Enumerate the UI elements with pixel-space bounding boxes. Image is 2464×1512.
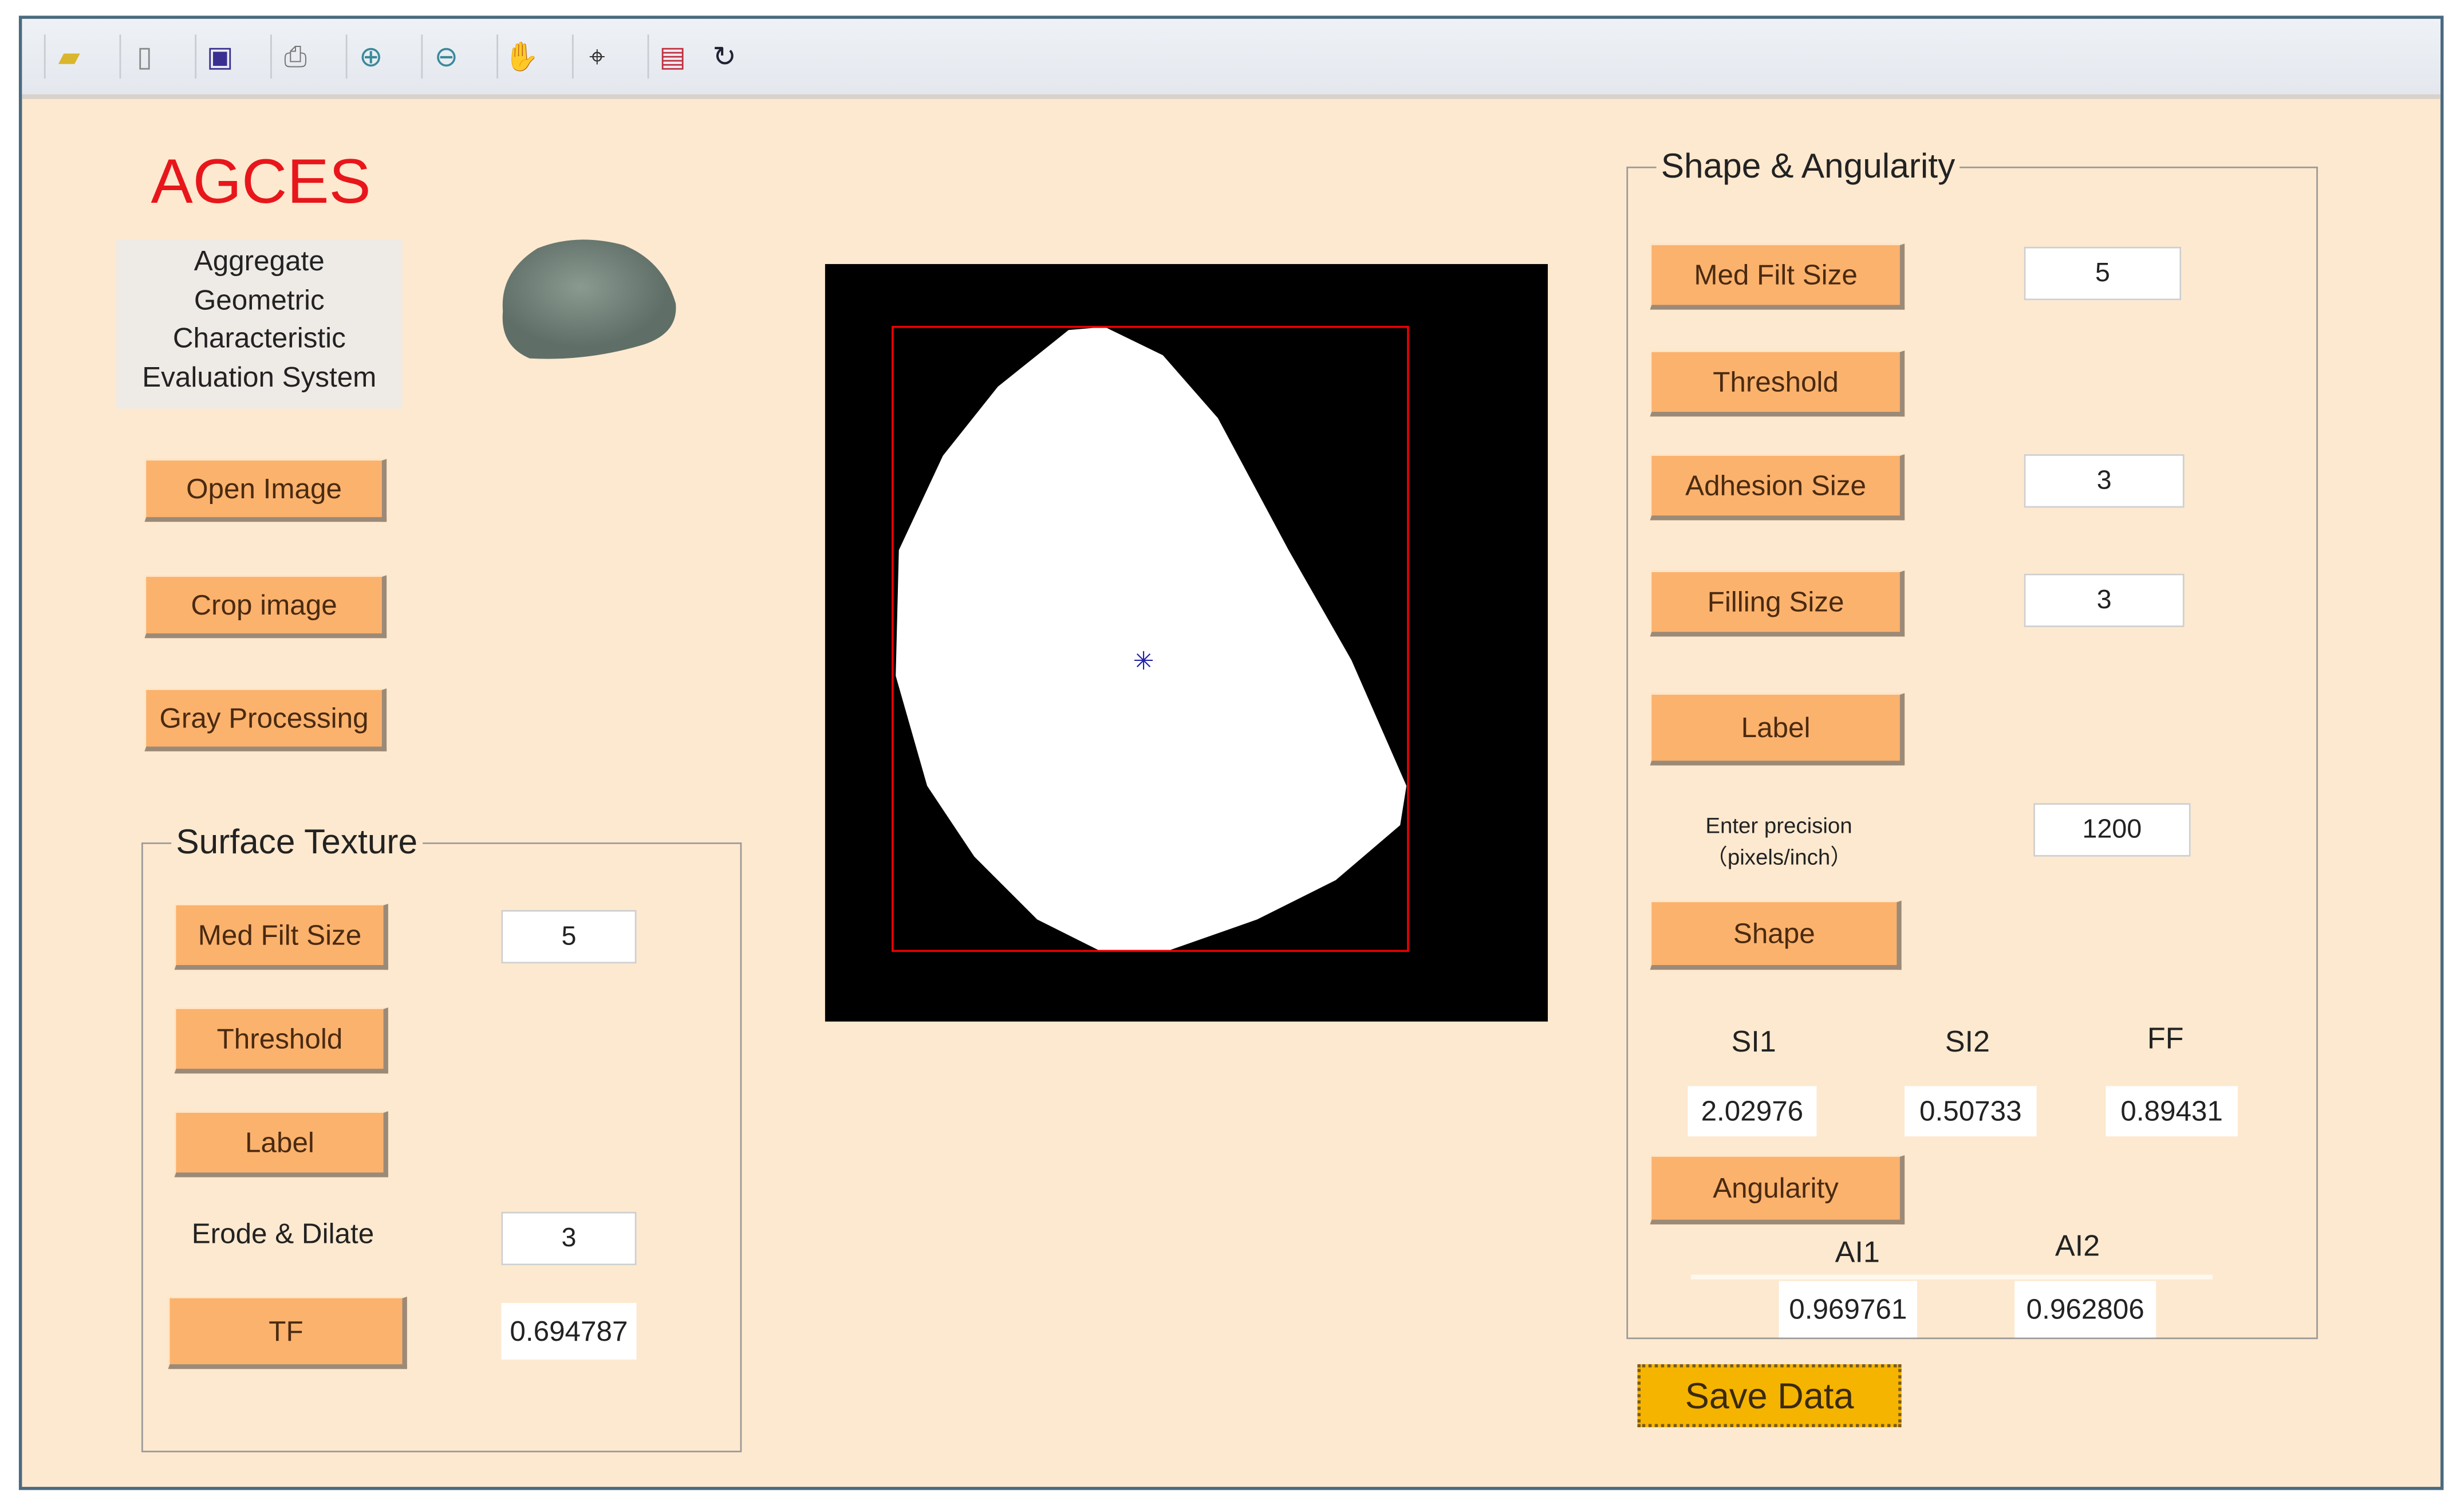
- precision-label-line: Enter precision: [1705, 812, 1852, 838]
- shape-angularity-panel: Shape & Angularity Med Filt Size 5 Thres…: [1626, 146, 2318, 1340]
- open-folder-icon[interactable]: ▰: [44, 34, 93, 79]
- divider: [1690, 1274, 2213, 1279]
- app-subtitle: Aggregate Geometric Characteristic Evalu…: [116, 239, 403, 409]
- ai2-value: 0.962806: [2014, 1281, 2157, 1338]
- aggregate-rock-image: [502, 239, 676, 359]
- new-file-icon[interactable]: ▯: [119, 34, 168, 79]
- surface-texture-panel: Surface Texture Med Filt Size 5 Threshol…: [141, 822, 742, 1452]
- ff-value: 0.89431: [2106, 1086, 2238, 1137]
- shape-button[interactable]: Shape: [1650, 900, 1902, 970]
- shape-angularity-title: Shape & Angularity: [1656, 146, 1960, 187]
- subtitle-line: Evaluation System: [142, 360, 377, 392]
- surface-med-filt-input[interactable]: 5: [501, 909, 637, 964]
- open-image-button[interactable]: Open Image: [144, 459, 387, 522]
- surface-texture-title: Surface Texture: [171, 822, 423, 863]
- adhesion-size-input[interactable]: 3: [2024, 454, 2185, 508]
- erode-dilate-label: Erode & Dilate: [191, 1218, 374, 1250]
- pan-hand-icon[interactable]: ✋: [496, 34, 545, 79]
- adhesion-size-button[interactable]: Adhesion Size: [1650, 454, 1905, 521]
- toolbar: ▰ ▯ ▣ ⎙ ⊕ ⊖ ✋ ⌖ ▤ ↻: [22, 18, 2441, 99]
- surface-med-filt-button[interactable]: Med Filt Size: [174, 903, 388, 970]
- save-icon[interactable]: ▣: [195, 34, 243, 79]
- angularity-button[interactable]: Angularity: [1650, 1155, 1905, 1224]
- ai1-label: AI1: [1835, 1237, 1880, 1270]
- print-icon[interactable]: ⎙: [270, 34, 319, 79]
- tf-button[interactable]: TF: [168, 1297, 407, 1369]
- gray-processing-button[interactable]: Gray Processing: [144, 688, 387, 751]
- ai1-value: 0.969761: [1779, 1281, 1918, 1338]
- subtitle-line: Characteristic: [172, 322, 346, 354]
- zoom-in-icon[interactable]: ⊕: [345, 34, 395, 79]
- binary-image-display: ✳: [825, 264, 1548, 1022]
- precision-label: Enter precision （pixels/inch）: [1659, 809, 1898, 872]
- surface-label-button[interactable]: Label: [174, 1111, 388, 1178]
- si1-value: 2.02976: [1688, 1086, 1817, 1137]
- save-data-button[interactable]: Save Data: [1637, 1364, 1902, 1427]
- app-window: ▰ ▯ ▣ ⎙ ⊕ ⊖ ✋ ⌖ ▤ ↻ AGCES Aggregate Geom…: [18, 15, 2444, 1490]
- rotate-3d-icon[interactable]: ↻: [701, 34, 748, 78]
- shape-label-button[interactable]: Label: [1650, 693, 1905, 766]
- surface-threshold-button[interactable]: Threshold: [174, 1007, 388, 1074]
- si2-value: 0.50733: [1905, 1086, 2037, 1137]
- crop-image-button[interactable]: Crop image: [144, 575, 387, 639]
- si2-label: SI2: [1945, 1026, 1990, 1060]
- colorbar-icon[interactable]: ▤: [647, 34, 696, 79]
- shape-med-filt-button[interactable]: Med Filt Size: [1650, 243, 1905, 310]
- zoom-out-icon[interactable]: ⊖: [421, 34, 470, 79]
- app-title: AGCES: [151, 147, 371, 217]
- ff-label: FF: [2147, 1023, 2184, 1057]
- filling-size-button[interactable]: Filling Size: [1650, 570, 1905, 637]
- shape-med-filt-input[interactable]: 5: [2024, 246, 2182, 301]
- filling-size-input[interactable]: 3: [2024, 573, 2185, 627]
- subtitle-line: Aggregate: [194, 245, 325, 277]
- data-cursor-icon[interactable]: ⌖: [571, 34, 621, 79]
- si1-label: SI1: [1731, 1026, 1776, 1060]
- shape-threshold-button[interactable]: Threshold: [1650, 350, 1905, 417]
- precision-label-line: （pixels/inch）: [1705, 844, 1852, 869]
- erode-dilate-input[interactable]: 3: [501, 1211, 637, 1266]
- subtitle-line: Geometric: [194, 284, 325, 316]
- ai2-label: AI2: [2055, 1230, 2100, 1264]
- precision-input[interactable]: 1200: [2033, 803, 2191, 857]
- tf-value: 0.694787: [501, 1303, 637, 1360]
- centroid-marker-icon: ✳: [1133, 647, 1154, 675]
